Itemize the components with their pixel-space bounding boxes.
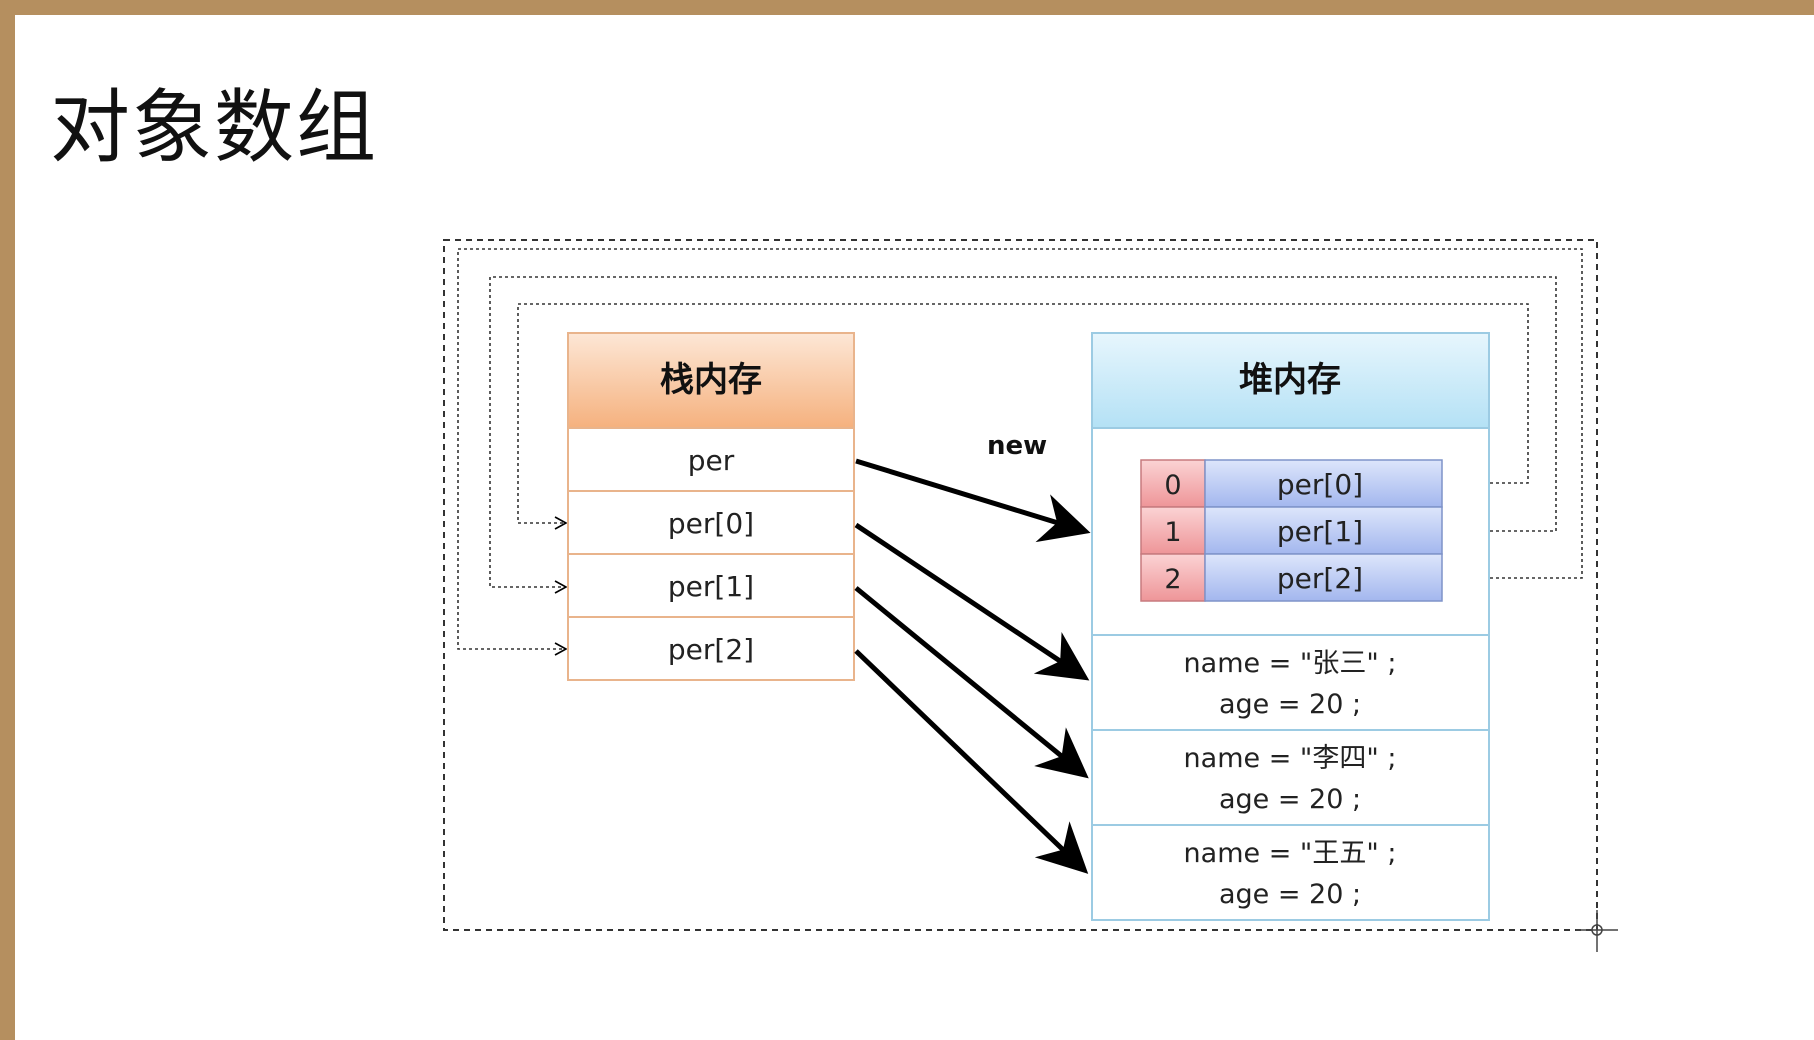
heap-objects: name = "张三" ; age = 20 ; name = "李四" ; a… [1091,634,1490,921]
arrow-per0-to-object [854,522,1090,681]
array-ref-label: per[1] [1277,515,1363,548]
arrow-per2-to-object [854,649,1089,874]
arrow-per-to-array [855,458,1091,543]
heap-array: 0 1 2 per[0] per[1] per[2] [1140,459,1443,602]
array-index-label: 2 [1164,564,1181,595]
heap-header-label: 堆内存 [1239,360,1341,400]
stack-cells: per per[0] per[1] per[2] [567,427,855,681]
stack-cell-label: per[2] [668,633,754,666]
pointer-arrows [854,458,1091,874]
stack-header-label: 栈内存 [660,360,762,400]
stack-memory: 栈内存 per per[0] per[1] per[2] [567,332,855,681]
array-ref-label: per[2] [1277,562,1363,595]
stack-cell-label: per[0] [668,507,754,540]
array-ref-label: per[0] [1277,468,1363,501]
object-age-field: age = 20 ; [1219,784,1361,815]
new-label: new [987,431,1047,461]
object-age-field: age = 20 ; [1219,879,1361,910]
stack-cell-label: per [688,444,735,477]
object-name-field: name = "王五" ; [1184,838,1397,869]
array-index-label: 1 [1164,517,1181,548]
selection-handle [1576,910,1618,952]
object-array-diagram: 栈内存 per per[0] per[1] per[2] 堆内存 0 1 2 p… [443,239,1618,952]
object-name-field: name = "张三" ; [1184,648,1397,679]
object-name-field: name = "李四" ; [1184,743,1397,774]
array-index-label: 0 [1164,470,1181,501]
stack-cell-label: per[1] [668,570,754,603]
object-age-field: age = 20 ; [1219,689,1361,720]
heap-memory: 堆内存 0 1 2 per[0] per[1] per[2] name = "张… [1091,332,1490,921]
